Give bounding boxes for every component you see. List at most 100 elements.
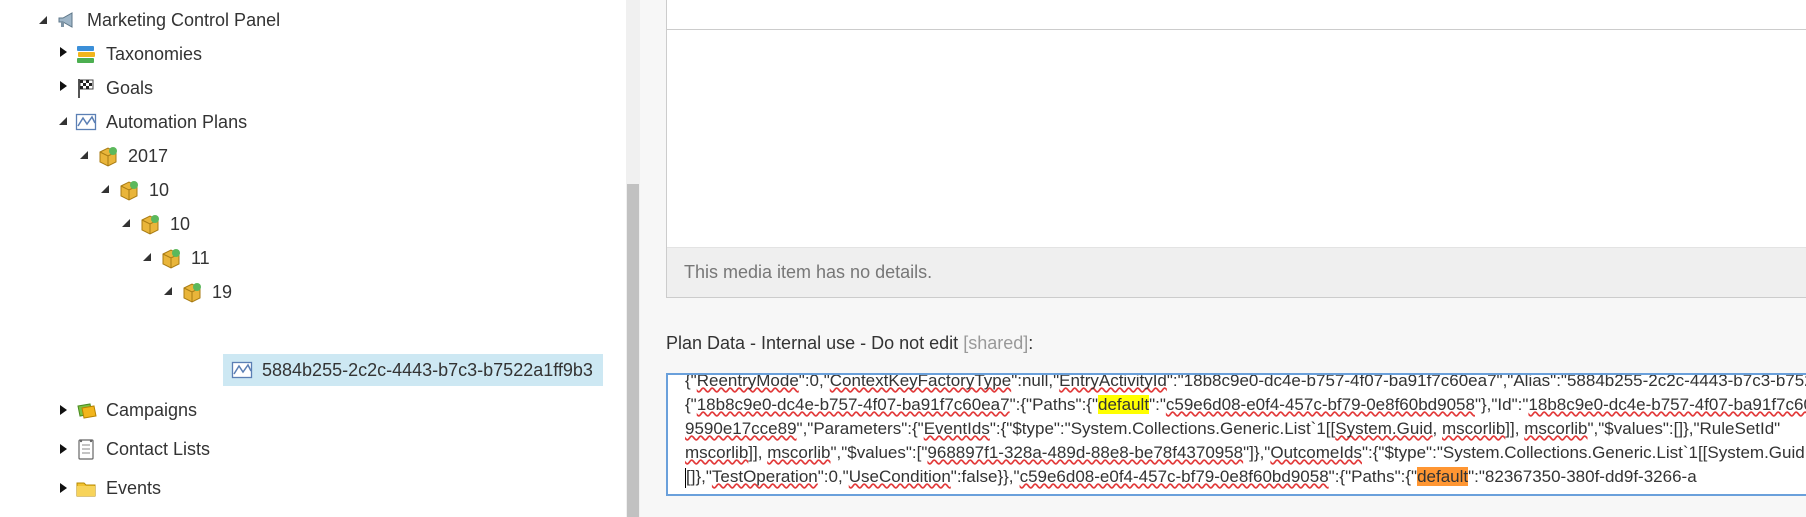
plan-data-text: 18b8c9e0-dc4e-b757-4f07-ba91f7c60ea7	[1528, 395, 1806, 414]
tree-node-contact-lists[interactable]: Contact Lists	[75, 433, 210, 465]
plan-data-text: {"	[685, 395, 697, 414]
plan-data-text: c59e6d08-e0f4-457c-bf79-0e8f60bd9058	[1165, 395, 1475, 414]
plan-data-text: ]],	[748, 443, 768, 462]
label-colon: :	[1028, 333, 1034, 353]
collapse-arrow-icon[interactable]	[78, 149, 90, 161]
tree-node-events[interactable]: Events	[75, 472, 161, 504]
tree-node-taxonomies[interactable]: Taxonomies	[75, 38, 202, 70]
plan-data-text: ":{"Paths":{"	[1009, 395, 1099, 414]
tree-node-campaigns[interactable]: Campaigns	[75, 394, 197, 426]
package-icon	[160, 247, 182, 269]
tree-node-label: 19	[212, 281, 233, 302]
tree-node-label: Contact Lists	[106, 438, 211, 459]
tree-node-label: 2017	[128, 145, 169, 166]
collapse-arrow-icon[interactable]	[162, 285, 174, 297]
search-highlight: default	[1417, 467, 1469, 486]
tree-node-11[interactable]: 11	[160, 242, 210, 274]
expand-arrow-icon[interactable]	[57, 46, 69, 58]
plan-data-text: {"	[685, 373, 697, 390]
media-details: This media item has no details.	[667, 247, 1806, 297]
plan-data-text: ":{"Paths":{"	[1328, 467, 1418, 486]
search-highlight: default	[1098, 395, 1150, 414]
plan-data-text: ":0,"	[798, 373, 830, 390]
plan-data-text: ,	[1432, 419, 1442, 438]
media-toolbar	[667, 0, 1806, 30]
tree-node-label: 11	[191, 247, 210, 268]
tree-node-2017[interactable]: 2017	[97, 140, 168, 172]
plan-data-text: ","$values":[]},"RuleSetId"	[1587, 419, 1781, 438]
plan-data-text: mscorlib	[685, 443, 749, 462]
plan-data-textarea[interactable]: {"ReentryMode":0,"ContextKeyFactoryType"…	[666, 373, 1806, 496]
expand-arrow-icon[interactable]	[57, 443, 69, 455]
flag-icon	[75, 77, 97, 99]
tree-node-label: Marketing Control Panel	[87, 9, 281, 30]
tree-scrollbar-thumb[interactable]	[627, 184, 639, 517]
item-editor: This media item has no details. Plan Dat…	[640, 0, 1806, 517]
plan-data-line: mscorlib]], mscorlib","$values":["968897…	[685, 441, 1805, 465]
plan-data-text: ":{"$type":"System.Collections.Generic.L…	[1362, 443, 1805, 462]
media-preview: This media item has no details.	[666, 0, 1806, 298]
megaphone-icon	[56, 9, 78, 31]
package-icon	[118, 179, 140, 201]
plan-data-text: mscorlib	[1442, 419, 1506, 438]
tree-node-label: Taxonomies	[106, 43, 203, 64]
collapse-arrow-icon[interactable]	[99, 183, 111, 195]
books-icon	[75, 43, 97, 65]
tree-node-selected-plan[interactable]: 5884b255-2c2c-4443-b7c3-b7522a1ff9b3	[223, 354, 603, 386]
expand-arrow-icon[interactable]	[57, 80, 69, 92]
tree-node-marketing-control-panel[interactable]: Marketing Control Panel	[56, 4, 280, 36]
plan-data-text: ]],	[1505, 419, 1525, 438]
plan-data-text: ":"	[1149, 395, 1166, 414]
tree-node-label: Automation Plans	[106, 111, 248, 132]
collapse-arrow-icon[interactable]	[57, 115, 69, 127]
expand-arrow-icon[interactable]	[37, 14, 49, 26]
plan-data-text: c59e6d08-e0f4-457c-bf79-0e8f60bd9058	[1019, 467, 1329, 486]
tree-node-label: Goals	[106, 77, 154, 98]
plan-data-text: ":{"$type":"System.Collections.Generic.L…	[989, 419, 1336, 438]
plan-data-text: ","$values":["	[830, 443, 928, 462]
plan-data-field-label: Plan Data - Internal use - Do not edit […	[666, 333, 1033, 354]
plan-data-text: ContextKeyFactoryType	[829, 373, 1012, 390]
plan-data-text: UseCondition	[848, 467, 951, 486]
plan-data-text: TestOperation	[711, 467, 818, 486]
plan-data-text: ":null,"	[1011, 373, 1060, 390]
tree-node-10[interactable]: 10	[118, 174, 169, 206]
plan-data-line: 9590e17cce89","Parameters":{"EventIds":{…	[685, 417, 1780, 441]
expand-arrow-icon[interactable]	[57, 404, 69, 416]
content-tree: Marketing Control Panel Taxonomies Goals…	[0, 0, 626, 517]
plan-data-text: ":false}},"	[950, 467, 1020, 486]
tree-node-label: 10	[149, 179, 170, 200]
tree-node-10-sub[interactable]: 10	[139, 208, 190, 240]
automation-plan-icon	[231, 359, 253, 381]
tree-node-label: 5884b255-2c2c-4443-b7c3-b7522a1ff9b3	[262, 359, 593, 380]
collapse-arrow-icon[interactable]	[120, 217, 132, 229]
automation-plan-icon	[75, 111, 97, 133]
tree-node-19[interactable]: 19	[181, 276, 232, 308]
plan-data-text: System.Guid	[1335, 419, 1433, 438]
list-icon	[75, 438, 97, 460]
plan-data-label-text: Plan Data - Internal use - Do not edit	[666, 333, 959, 353]
package-icon	[97, 145, 119, 167]
plan-data-text: OutcomeIds	[1270, 443, 1362, 462]
tree-node-automation-plans[interactable]: Automation Plans	[75, 106, 247, 138]
plan-data-text: 9590e17cce89	[685, 419, 797, 438]
plan-data-text: ":0,"	[817, 467, 849, 486]
plan-data-line: []},"TestOperation":0,"UseCondition":fal…	[685, 465, 1697, 489]
shared-tag: [shared]	[963, 333, 1029, 353]
package-icon	[181, 281, 203, 303]
tree-node-label: Campaigns	[106, 399, 198, 420]
tree-scrollbar[interactable]	[626, 0, 640, 517]
plan-data-text: ":"18b8c9e0-dc4e-b757-4f07-ba91f7c60ea7"…	[1166, 373, 1806, 390]
collapse-arrow-icon[interactable]	[141, 251, 153, 263]
plan-data-text: "},"Id":"	[1474, 395, 1529, 414]
tree-node-goals[interactable]: Goals	[75, 72, 153, 104]
plan-data-text: 968897f1-328a-489d-88e8-be78f4370958	[927, 443, 1244, 462]
campaign-icon	[75, 399, 97, 421]
plan-data-text: []},"	[686, 467, 712, 486]
plan-data-text: EventIds	[923, 419, 990, 438]
plan-data-text: ","Parameters":{"	[796, 419, 924, 438]
tree-node-label: Events	[106, 477, 162, 498]
plan-data-line: {"ReentryMode":0,"ContextKeyFactoryType"…	[685, 373, 1806, 393]
expand-arrow-icon[interactable]	[57, 482, 69, 494]
folder-icon	[75, 477, 97, 499]
